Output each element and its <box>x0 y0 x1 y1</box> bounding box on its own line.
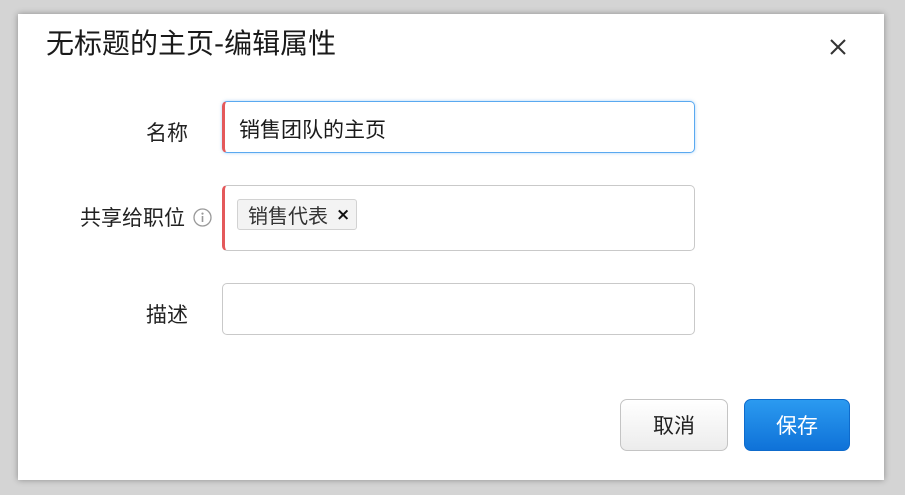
cancel-button[interactable]: 取消 <box>620 399 728 451</box>
remove-tag-icon[interactable]: × <box>336 205 350 225</box>
description-input[interactable] <box>222 283 695 335</box>
name-input[interactable]: 销售团队的主页 <box>222 101 695 153</box>
name-input-value: 销售团队的主页 <box>239 118 386 142</box>
share-positions-input[interactable]: 销售代表 × <box>222 185 695 251</box>
close-icon[interactable] <box>824 33 852 61</box>
position-tag-label: 销售代表 <box>248 204 328 228</box>
dialog-title: 无标题的主页-编辑属性 <box>46 27 337 60</box>
description-label: 描述 <box>146 303 188 327</box>
info-icon[interactable] <box>193 207 212 227</box>
share-label: 共享给职位 <box>80 202 212 232</box>
name-label: 名称 <box>146 121 188 145</box>
edit-properties-dialog: 无标题的主页-编辑属性 名称 销售团队的主页 共享给职位 销售代表 × 描述 取… <box>18 14 884 480</box>
position-tag: 销售代表 × <box>237 199 358 230</box>
save-button[interactable]: 保存 <box>744 399 850 451</box>
